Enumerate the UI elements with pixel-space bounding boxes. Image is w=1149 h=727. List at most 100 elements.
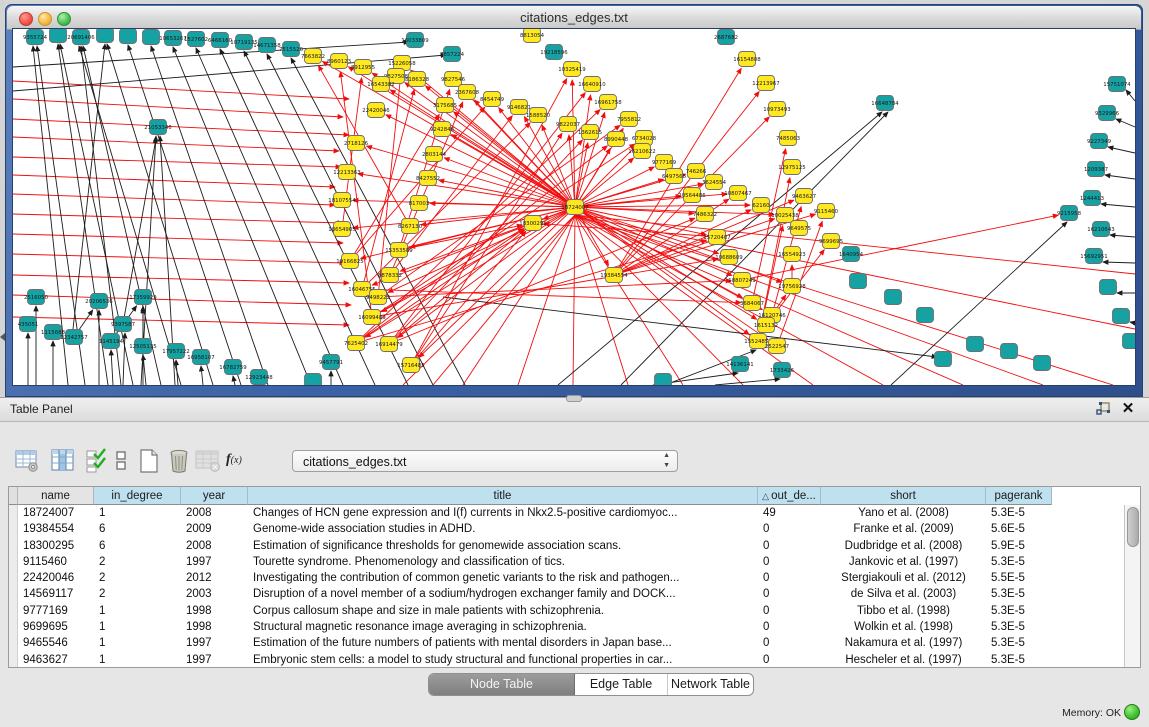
graph-node[interactable]: 16033809 <box>401 33 429 48</box>
graph-node[interactable]: 10653267 <box>159 31 186 46</box>
graph-node[interactable]: 10654905 <box>328 222 355 237</box>
graph-node[interactable]: 12505135 <box>129 339 156 354</box>
graph-node[interactable] <box>120 29 137 44</box>
table-row[interactable]: 1830029562008Estimation of significance … <box>9 538 1125 554</box>
table-row[interactable]: 1456911722003Disruption of a novel membe… <box>9 586 1125 602</box>
graph-node[interactable]: 435051 <box>18 317 39 332</box>
column-header-pagerank[interactable]: pagerank <box>986 487 1052 505</box>
graph-node[interactable]: 3684067 <box>740 296 764 311</box>
column-header-in-degree[interactable]: in_degree <box>94 487 181 505</box>
graph-node[interactable]: 16554923 <box>778 247 805 262</box>
graph-node[interactable]: 10807467 <box>724 186 751 201</box>
graph-node[interactable]: 20691406 <box>67 30 95 45</box>
graph-node[interactable]: 746266 <box>686 164 707 179</box>
graph-node[interactable] <box>1113 309 1130 324</box>
graph-node[interactable]: 19166825 <box>336 254 363 269</box>
panel-resize-grip[interactable] <box>566 395 582 402</box>
graph-node[interactable]: 1733426 <box>770 363 795 378</box>
graph-node[interactable] <box>850 274 867 289</box>
graph-node[interactable]: 18807249 <box>728 273 756 288</box>
delete-table-button[interactable] <box>194 448 220 474</box>
graph-node[interactable]: 15692951 <box>1080 249 1107 264</box>
graph-node[interactable]: 1588520 <box>526 108 551 123</box>
table-row[interactable]: 946362711997Embryonic stem cells: a mode… <box>9 652 1125 668</box>
graph-node[interactable]: 7663822 <box>301 49 325 64</box>
graph-node[interactable]: 9355724 <box>23 30 48 45</box>
tab-node-table[interactable]: Node Table <box>429 674 575 695</box>
graph-node[interactable] <box>97 29 114 43</box>
graph-node[interactable] <box>655 374 672 386</box>
graph-node[interactable]: 20564486 <box>678 188 706 203</box>
table-row[interactable]: 1872400712008Changes of HCN gene express… <box>9 505 1125 521</box>
graph-node[interactable]: 8878332 <box>378 268 402 283</box>
column-header-out-de-[interactable]: △out_de... <box>758 487 821 505</box>
column-header-title[interactable]: title <box>248 487 758 505</box>
graph-node[interactable]: 6466160 <box>208 33 233 48</box>
tab-network-table[interactable]: Network Table <box>668 674 753 695</box>
graph-node[interactable] <box>885 290 902 305</box>
graph-node[interactable] <box>305 374 322 386</box>
graph-node[interactable]: 8454749 <box>480 92 505 107</box>
graph-node[interactable] <box>967 337 984 352</box>
graph-node[interactable]: 10973493 <box>763 102 790 117</box>
graph-node[interactable]: 8267130 <box>398 219 423 234</box>
graph-node[interactable]: 1244413 <box>1080 191 1104 206</box>
graph-node[interactable]: 817003 <box>409 196 430 211</box>
select-rows-button[interactable] <box>84 448 110 474</box>
new-column-button[interactable] <box>136 448 162 474</box>
graph-node[interactable]: 21053346 <box>144 120 172 135</box>
graph-node[interactable]: 2516050 <box>24 290 49 305</box>
graph-node[interactable]: 7625402 <box>344 336 368 351</box>
graph-node[interactable]: 2522547 <box>765 339 789 354</box>
graph-node[interactable]: 8813054 <box>520 29 545 43</box>
table-row[interactable]: 977716911998Corpus callosum shape and si… <box>9 603 1125 619</box>
graph-node[interactable]: 6497568 <box>662 169 687 184</box>
graph-node[interactable]: 7486322 <box>693 207 717 222</box>
graph-node[interactable]: 8186328 <box>405 72 430 87</box>
graph-node[interactable] <box>935 352 952 367</box>
graph-node[interactable]: 9329966 <box>1095 106 1120 121</box>
graph-node[interactable]: 12923448 <box>245 370 273 385</box>
graph-node[interactable]: 16961758 <box>594 95 622 110</box>
graph-node[interactable]: 20206536 <box>85 294 113 309</box>
graph-node[interactable]: 12213967 <box>752 76 779 91</box>
table-mode-button[interactable] <box>14 448 40 474</box>
graph-node[interactable]: 16210643 <box>1087 222 1114 237</box>
vertical-scrollbar[interactable] <box>1124 505 1140 667</box>
graph-node[interactable] <box>917 308 934 323</box>
graph-node[interactable] <box>1001 344 1018 359</box>
graph-node[interactable]: 2687682 <box>714 30 738 45</box>
graph-node[interactable]: 9242848 <box>430 122 455 137</box>
network-canvas[interactable]: 9355724206914061065326715276026466160107… <box>13 29 1135 385</box>
graph-node[interactable]: 8960123 <box>327 54 351 69</box>
graph-node[interactable]: 9215958 <box>1057 206 1082 221</box>
graph-node[interactable]: 9463627 <box>792 189 816 204</box>
graph-node[interactable]: 7955812 <box>617 112 641 127</box>
graph-node[interactable]: 3175685 <box>433 98 457 113</box>
graph-node[interactable]: 9699695 <box>819 234 843 249</box>
graph-node[interactable]: 10325419 <box>558 62 586 77</box>
table-row[interactable]: 946554611997Estimation of the future num… <box>9 635 1125 651</box>
column-header-year[interactable]: year <box>181 487 248 505</box>
graph-node[interactable] <box>1100 280 1117 295</box>
table-row[interactable]: 911546021997Tourette syndrome. Phenomeno… <box>9 554 1125 570</box>
graph-node[interactable]: 16648784 <box>871 96 899 111</box>
graph-node[interactable]: 9649575 <box>787 221 811 236</box>
graph-node[interactable]: 1640954 <box>839 247 864 262</box>
function-builder-button[interactable]: f(x) <box>226 452 252 478</box>
scrollbar-thumb[interactable] <box>1127 507 1139 547</box>
graph-node[interactable]: 16640910 <box>578 77 606 92</box>
table-row[interactable]: 969969511998Structural magnetic resonanc… <box>9 619 1125 635</box>
graph-node[interactable] <box>1034 356 1051 371</box>
graph-node[interactable]: 9822037 <box>556 117 580 132</box>
column-header-name[interactable]: name <box>18 487 94 505</box>
graph-node[interactable]: 15751074 <box>1103 77 1131 92</box>
graph-node[interactable]: 19218596 <box>540 45 568 60</box>
float-panel-button[interactable] <box>1095 401 1113 417</box>
graph-node[interactable]: 14136141 <box>726 357 753 372</box>
graph-node[interactable]: 2718126 <box>344 136 369 151</box>
graph-node[interactable]: 8427552 <box>416 171 440 186</box>
delete-column-button[interactable] <box>166 448 192 474</box>
graph-node[interactable]: 9457791 <box>319 355 343 370</box>
graph-node[interactable]: 16154808 <box>733 52 761 67</box>
